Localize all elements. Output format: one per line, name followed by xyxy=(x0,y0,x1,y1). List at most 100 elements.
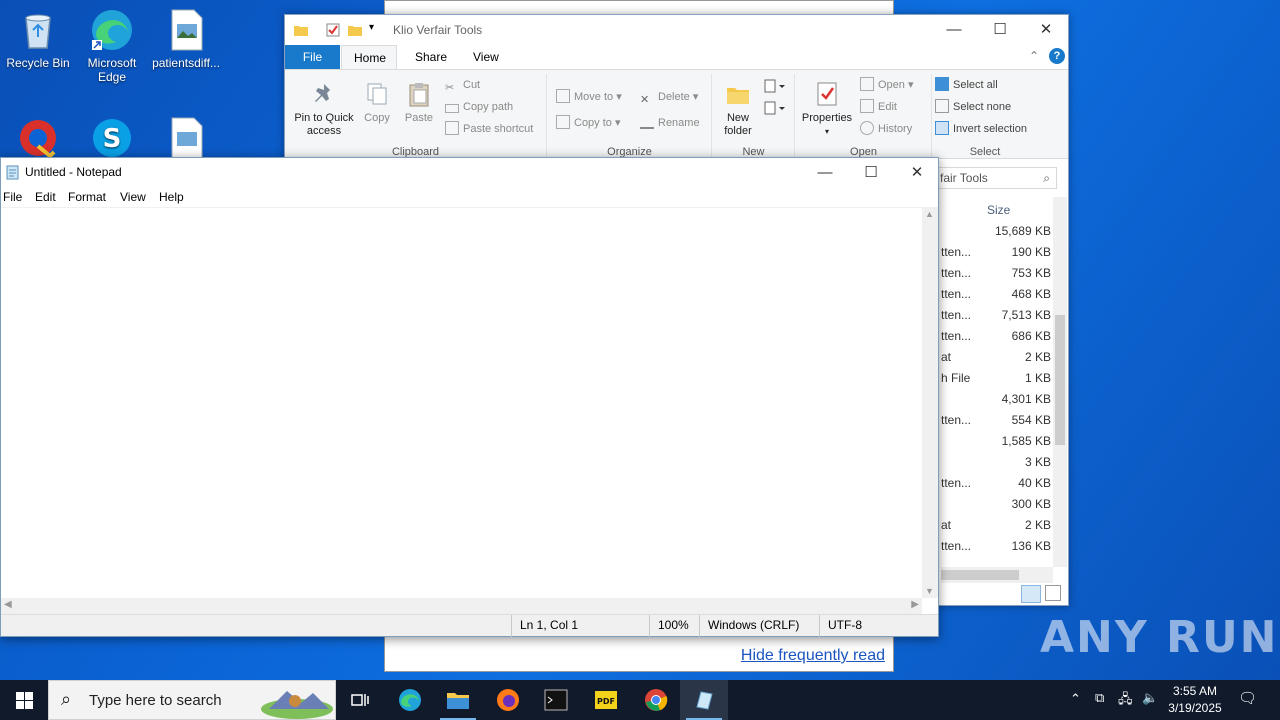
copy-button[interactable]: Copy xyxy=(359,76,395,125)
minimize-button[interactable]: — xyxy=(802,158,848,188)
paste-button[interactable]: Paste xyxy=(401,76,437,125)
close-button[interactable]: ✕ xyxy=(1023,15,1069,45)
taskbar-pdf-app[interactable]: PDF xyxy=(582,680,630,720)
notepad-menubar: File Edit Format View Help xyxy=(1,187,938,207)
taskbar: ⌕ Type here to search PDF ⌃ ⧉ 🖧 🔈 3:55 A… xyxy=(0,680,1280,720)
taskbar-firefox[interactable] xyxy=(484,680,532,720)
file-row[interactable]: at 2 KB xyxy=(935,347,1053,368)
action-center-icon[interactable]: 🗨 xyxy=(1238,689,1257,720)
edit-button[interactable]: Edit xyxy=(860,98,897,116)
scroll-up-icon[interactable]: ▲ xyxy=(925,209,934,219)
menu-help[interactable]: Help xyxy=(159,190,184,204)
file-row[interactable]: tten... 40 KB xyxy=(935,473,1053,494)
file-row[interactable]: tten... 190 KB xyxy=(935,242,1053,263)
scroll-thumb[interactable] xyxy=(1055,315,1065,445)
start-button[interactable] xyxy=(0,680,48,720)
show-hidden-icons-icon[interactable]: ⌃ xyxy=(1070,691,1081,720)
task-view-button[interactable] xyxy=(336,680,384,720)
tab-share[interactable]: Share xyxy=(403,45,459,69)
file-row[interactable]: tten... 753 KB xyxy=(935,263,1053,284)
new-item-icon[interactable] xyxy=(763,78,787,97)
file-row[interactable]: at 2 KB xyxy=(935,515,1053,536)
file-row[interactable]: tten... 136 KB xyxy=(935,536,1053,557)
desktop-icon-edge[interactable]: Microsoft Edge xyxy=(74,8,150,84)
file-row[interactable]: 300 KB xyxy=(935,494,1053,515)
menu-file[interactable]: File xyxy=(3,190,22,204)
tab-view[interactable]: View xyxy=(461,45,511,69)
easy-access-icon[interactable] xyxy=(763,100,787,119)
history-button[interactable]: History xyxy=(860,120,912,138)
collapse-ribbon-icon[interactable]: ⌃ xyxy=(1029,49,1039,63)
scroll-thumb[interactable] xyxy=(941,570,1019,580)
explorer-search-input[interactable]: fair Tools ⌕ xyxy=(935,167,1057,189)
desktop-icon-recycle-bin[interactable]: Recycle Bin xyxy=(0,8,76,70)
select-all-button[interactable]: Select all xyxy=(935,76,998,94)
file-row[interactable]: tten... 686 KB xyxy=(935,326,1053,347)
scroll-right-icon[interactable]: ▶ xyxy=(911,599,919,610)
new-folder-icon xyxy=(724,80,752,108)
invert-selection-button[interactable]: Invert selection xyxy=(935,120,1027,138)
tab-file[interactable]: File xyxy=(285,45,340,69)
maximize-button[interactable]: ☐ xyxy=(848,158,894,188)
taskbar-notepad[interactable] xyxy=(680,680,728,720)
open-button[interactable]: Open ▾ xyxy=(860,76,914,94)
explorer-vertical-scrollbar[interactable] xyxy=(1053,197,1067,567)
file-row[interactable]: tten... 468 KB xyxy=(935,284,1053,305)
large-icons-view-icon[interactable] xyxy=(1045,585,1061,601)
taskbar-terminal[interactable] xyxy=(532,680,580,720)
notepad-titlebar[interactable]: Untitled - Notepad — ☐ ✕ xyxy=(1,158,938,187)
rename-button[interactable]: Rename xyxy=(640,114,700,132)
qat-dropdown-icon[interactable]: ▾ xyxy=(369,22,374,33)
menu-view[interactable]: View xyxy=(120,190,146,204)
status-encoding: UTF-8 xyxy=(819,615,923,637)
scroll-left-icon[interactable]: ◀ xyxy=(4,599,12,610)
taskbar-search-box[interactable]: ⌕ Type here to search xyxy=(48,680,336,720)
file-row[interactable]: tten... 554 KB xyxy=(935,410,1053,431)
file-row[interactable]: 3 KB xyxy=(935,452,1053,473)
properties-quick-icon[interactable] xyxy=(325,22,341,41)
taskbar-file-explorer[interactable] xyxy=(434,680,482,720)
hide-frequently-read-link[interactable]: Hide frequently read xyxy=(741,647,885,665)
file-row[interactable]: 4,301 KB xyxy=(935,389,1053,410)
volume-icon[interactable]: 🔈 xyxy=(1142,690,1158,720)
tab-home[interactable]: Home xyxy=(341,45,397,69)
details-view-icon[interactable] xyxy=(1021,585,1041,603)
select-none-button[interactable]: Select none xyxy=(935,98,1011,116)
scroll-down-icon[interactable]: ▼ xyxy=(925,586,934,596)
file-row[interactable]: tten... 7,513 KB xyxy=(935,305,1053,326)
notepad-window[interactable]: Untitled - Notepad — ☐ ✕ File Edit Forma… xyxy=(0,157,939,637)
file-row[interactable]: 1,585 KB xyxy=(935,431,1053,452)
size-column-header[interactable]: Size xyxy=(987,203,1010,217)
select-label: Select xyxy=(969,146,1001,158)
taskbar-chrome[interactable] xyxy=(632,680,680,720)
copy-to-button[interactable]: Copy to ▾ xyxy=(556,114,621,132)
network-adapter-icon[interactable]: ⧉ xyxy=(1095,690,1104,720)
paste-shortcut-button[interactable]: Paste shortcut xyxy=(445,120,533,138)
copy-path-button[interactable]: Copy path xyxy=(445,98,513,116)
cut-button[interactable]: ✂ Cut xyxy=(445,76,480,94)
new-folder-button[interactable]: New folder xyxy=(715,76,761,138)
notepad-horizontal-scrollbar[interactable]: ◀ ▶ xyxy=(1,598,922,614)
minimize-button[interactable]: — xyxy=(931,15,977,45)
file-row[interactable]: 15,689 KB xyxy=(935,221,1053,242)
close-button[interactable]: ✕ xyxy=(894,158,940,188)
menu-edit[interactable]: Edit xyxy=(35,190,56,204)
pin-quick-access-button[interactable]: Pin to Quick access xyxy=(289,76,359,138)
notepad-text-area[interactable] xyxy=(1,207,922,598)
move-to-button[interactable]: Move to ▾ xyxy=(556,88,622,106)
menu-format[interactable]: Format xyxy=(68,190,106,204)
network-icon[interactable]: 🖧 xyxy=(1118,690,1133,720)
maximize-button[interactable]: ☐ xyxy=(977,15,1023,45)
delete-button[interactable]: ✕ Delete ▾ xyxy=(640,88,698,106)
explorer-horizontal-scrollbar[interactable] xyxy=(941,567,1053,583)
file-row[interactable]: h File 1 KB xyxy=(935,368,1053,389)
help-icon[interactable]: ? xyxy=(1049,48,1065,64)
taskbar-edge[interactable] xyxy=(386,680,434,720)
taskbar-clock[interactable]: 3:55 AM 3/19/2025 xyxy=(1160,683,1230,717)
explorer-titlebar[interactable]: ▾ Klio Verfair Tools — ☐ ✕ xyxy=(285,15,1068,45)
clipboard-icon xyxy=(405,80,433,108)
notepad-vertical-scrollbar[interactable]: ▲ ▼ xyxy=(922,207,938,598)
properties-button[interactable]: Properties ▾ xyxy=(798,76,856,138)
desktop-icon-patients-file[interactable]: patientsdiff... xyxy=(148,8,224,70)
new-folder-quick-icon[interactable] xyxy=(347,22,363,41)
